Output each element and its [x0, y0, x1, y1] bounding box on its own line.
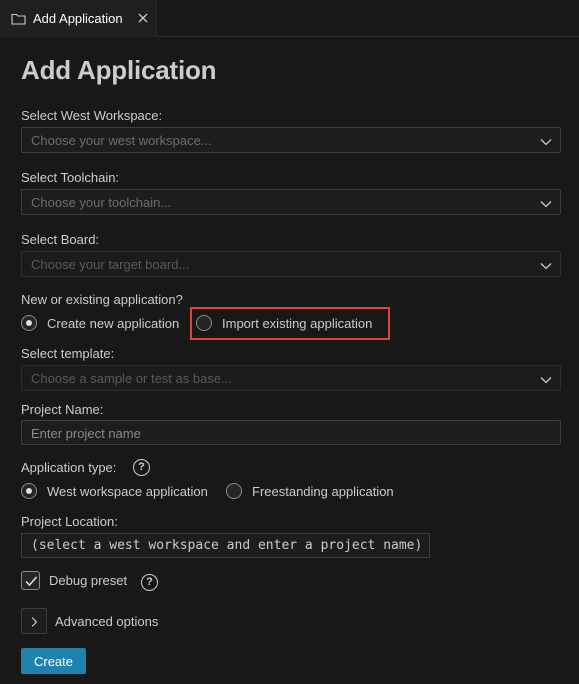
app-type-label: Application type: [21, 460, 117, 475]
tab-label: Add Application [33, 11, 123, 26]
highlight-box [190, 307, 390, 340]
radio-freestanding[interactable] [226, 483, 242, 499]
folder-icon [11, 12, 26, 28]
new-or-existing-label: New or existing application? [21, 292, 183, 307]
radio-freestanding-label[interactable]: Freestanding application [252, 484, 394, 499]
project-name-placeholder: Enter project name [31, 426, 141, 441]
board-label: Select Board: [21, 232, 100, 247]
tab-add-application[interactable]: Add Application [0, 0, 157, 37]
radio-west-workspace-label[interactable]: West workspace application [47, 484, 208, 499]
radio-create-new[interactable] [21, 315, 37, 331]
help-icon[interactable]: ? [133, 459, 150, 476]
project-name-input[interactable]: Enter project name [21, 420, 561, 445]
chevron-down-icon [540, 259, 552, 274]
chevron-down-icon [540, 135, 552, 150]
template-placeholder: Choose a sample or test as base... [31, 371, 232, 386]
close-icon[interactable] [136, 11, 150, 28]
project-location-label: Project Location: [21, 514, 118, 529]
create-button[interactable]: Create [21, 648, 86, 674]
project-name-label: Project Name: [21, 402, 104, 417]
template-label: Select template: [21, 346, 115, 361]
board-select[interactable]: Choose your target board... [21, 251, 561, 277]
toolchain-label: Select Toolchain: [21, 170, 120, 185]
radio-west-workspace[interactable] [21, 483, 37, 499]
radio-create-new-label[interactable]: Create new application [47, 316, 179, 331]
board-placeholder: Choose your target board... [31, 257, 190, 272]
toolchain-select[interactable]: Choose your toolchain... [21, 189, 561, 215]
debug-preset-label[interactable]: Debug preset [49, 573, 127, 588]
toolchain-placeholder: Choose your toolchain... [31, 195, 172, 210]
tab-bar: Add Application [0, 0, 579, 37]
debug-preset-checkbox[interactable] [21, 571, 40, 590]
workspace-select[interactable]: Choose your west workspace... [21, 127, 561, 153]
chevron-down-icon [540, 197, 552, 212]
workspace-placeholder: Choose your west workspace... [31, 133, 212, 148]
page-title: Add Application [21, 55, 217, 85]
project-location-value: (select a west workspace and enter a pro… [21, 533, 430, 558]
template-select[interactable]: Choose a sample or test as base... [21, 365, 561, 391]
advanced-options-label[interactable]: Advanced options [55, 614, 158, 629]
help-icon[interactable]: ? [141, 574, 158, 591]
advanced-options-toggle[interactable] [21, 608, 47, 634]
chevron-down-icon [540, 373, 552, 388]
workspace-label: Select West Workspace: [21, 108, 163, 123]
